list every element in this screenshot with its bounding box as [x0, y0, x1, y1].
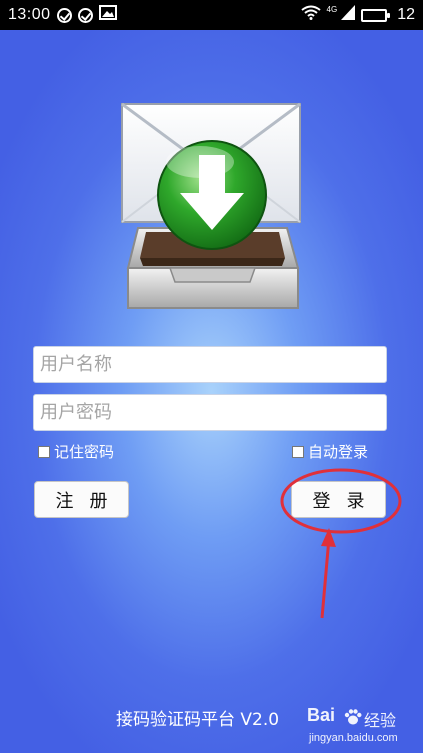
status-right-group: 4G 12	[300, 0, 415, 30]
mail-download-logo-icon	[121, 102, 301, 309]
watermark-product: 经验	[364, 711, 397, 730]
app-screen: 13:00 4G 12 用户名称 记住密码 自动登录 注册 登录 接码验证码平台…	[0, 0, 423, 753]
battery-icon	[361, 8, 391, 22]
annotation-arrowhead	[321, 528, 336, 547]
battery-level: 12	[397, 6, 415, 23]
auto-login-checkbox[interactable]: 自动登录	[292, 441, 368, 462]
annotation-arrow	[320, 537, 331, 619]
username-field[interactable]	[33, 346, 387, 383]
check-circle-icon	[77, 7, 93, 23]
status-bar: 13:00 4G 12	[0, 0, 423, 30]
register-button[interactable]: 注册	[34, 481, 129, 518]
remember-password-checkbox[interactable]: 记住密码	[38, 441, 114, 462]
auto-login-box[interactable]	[292, 445, 304, 458]
status-time: 13:00	[8, 6, 51, 23]
username-input[interactable]	[34, 347, 386, 382]
watermark-brand: Bai	[307, 705, 336, 725]
paw-icon	[344, 709, 362, 725]
watermark-url: jingyan.baidu.com	[309, 732, 398, 744]
image-icon	[98, 5, 117, 25]
signal-icon	[341, 5, 356, 25]
auto-login-label: 自动登录	[308, 443, 369, 461]
wifi-icon	[300, 5, 321, 25]
remember-password-box[interactable]	[38, 445, 50, 458]
password-field[interactable]	[33, 394, 387, 431]
password-input[interactable]	[34, 395, 386, 430]
remember-password-label: 记住密码	[54, 443, 115, 461]
login-button[interactable]: 登录	[291, 481, 386, 518]
app-version-title: 接码验证码平台 V2.0	[116, 710, 280, 730]
check-circle-icon	[56, 7, 72, 23]
baidu-jingyan-watermark: Bai 经验 jingyan.baidu.com	[307, 705, 417, 749]
network-type: 4G	[326, 5, 338, 14]
